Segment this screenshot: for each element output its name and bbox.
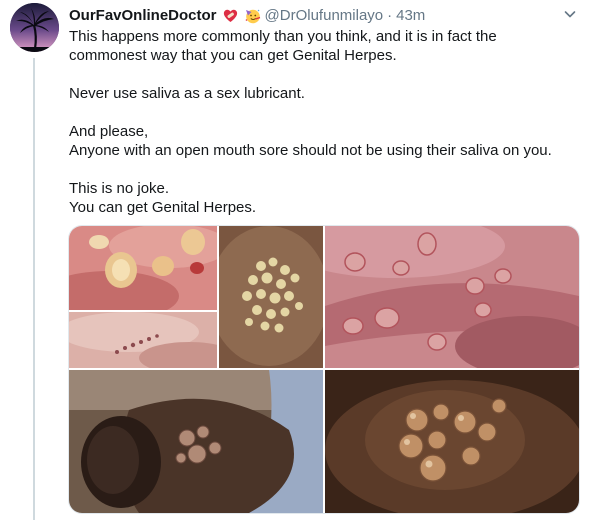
- author-handle[interactable]: @DrOlufunmilayo: [265, 7, 384, 24]
- tweet-timestamp[interactable]: 43m: [396, 7, 425, 24]
- separator-dot: ·: [387, 6, 393, 24]
- palm-tree-avatar-icon: [10, 3, 59, 52]
- tweet-line: Never use saliva as a sex lubricant.: [69, 85, 305, 102]
- tweet-line: This happens more commonly than you thin…: [69, 28, 497, 45]
- tweet-line: You can get Genital Herpes.: [69, 199, 257, 216]
- tweet[interactable]: OurFavOnlineDoctor @DrOlufunmilayo · 43m: [0, 0, 596, 520]
- partying-face-emoji-icon: [244, 7, 261, 24]
- heart-with-bandage-emoji-icon: [222, 7, 239, 24]
- clinical-photo-skin-crusted-lesions[interactable]: [69, 312, 217, 368]
- avatar[interactable]: [10, 3, 59, 52]
- clinical-photo-lip-blisters[interactable]: [69, 226, 217, 310]
- tweet-text: This happens more commonly than you thin…: [69, 27, 579, 217]
- tweet-line: commonest way that you can get Genital H…: [69, 47, 397, 64]
- chevron-down-icon[interactable]: [562, 6, 578, 22]
- thread-line: [33, 58, 35, 520]
- tweet-line: This is no joke.: [69, 180, 170, 197]
- author-name[interactable]: OurFavOnlineDoctor: [69, 7, 217, 24]
- media-grid: [68, 225, 580, 514]
- clinical-photo-skin-vesicle-cluster[interactable]: [325, 370, 579, 513]
- tweet-line: And please,: [69, 123, 149, 140]
- tweet-line: Anyone with an open mouth sore should no…: [69, 142, 552, 159]
- clinical-photo-clustered-vesicles[interactable]: [219, 226, 323, 368]
- clinical-photo-penile-blisters[interactable]: [69, 370, 323, 513]
- clinical-photo-mucosal-ulcers[interactable]: [325, 226, 579, 368]
- tweet-header: OurFavOnlineDoctor @DrOlufunmilayo · 43m: [69, 5, 425, 25]
